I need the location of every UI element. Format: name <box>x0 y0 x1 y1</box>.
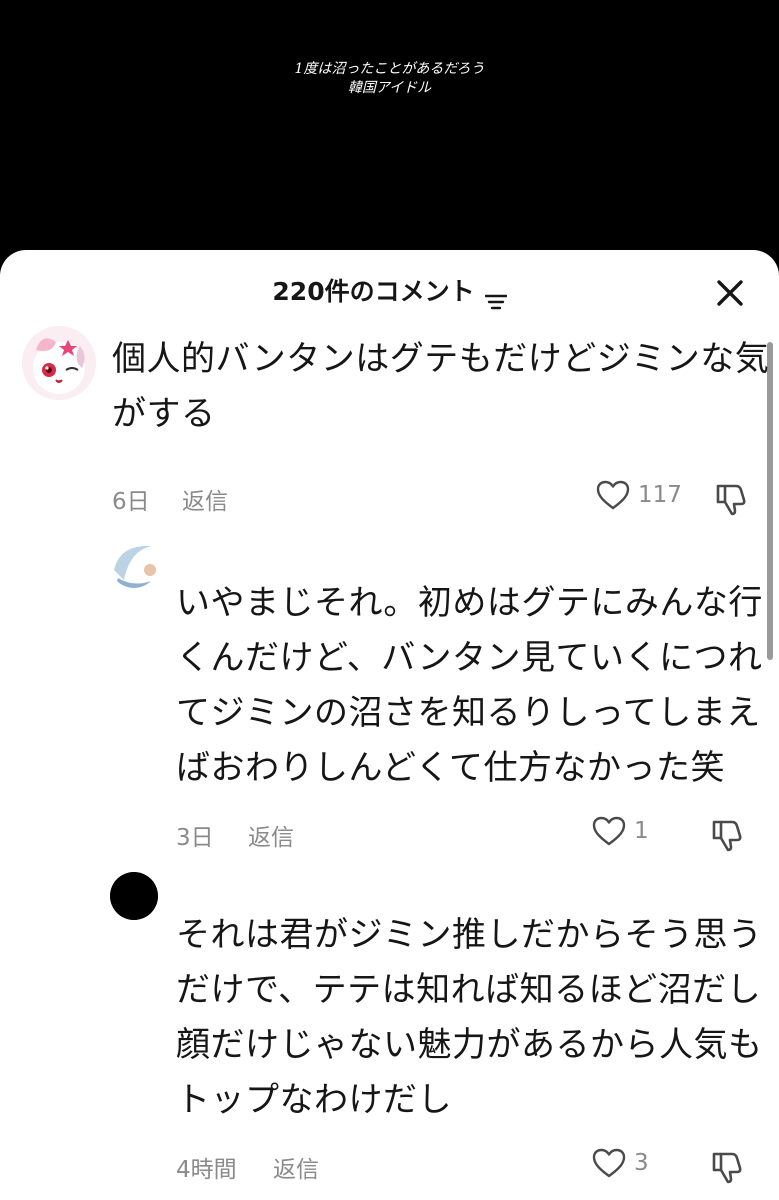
comment-line: 個人的バンタンはグテもだけどジミンな気 <box>112 339 770 379</box>
comment-text: いやまじそれ。初めはグテにみんな行 くんだけど、バンタン見ていくにつれ てジミン… <box>176 576 763 796</box>
reply-button[interactable]: 返信 <box>248 818 294 852</box>
video-area[interactable]: 1度は沼ったことがあるだろう 韓国アイドル <box>0 0 779 260</box>
like-count: 1 <box>634 818 649 844</box>
avatar[interactable] <box>110 540 158 588</box>
comments-sheet: 220件のコメント 個人的バンタンはグテもだけどジミンな気 がする 6日 返信 … <box>0 250 779 1200</box>
black-circle-avatar <box>110 872 158 920</box>
comment-line: トップなわけだし <box>176 1080 452 1120</box>
thumbs-down-icon <box>712 820 742 852</box>
comment-item: いやまじそれ。初めはグテにみんな行 くんだけど、バンタン見ていくにつれ てジミン… <box>0 520 779 852</box>
comment-line: 顔だけじゃない魅力があるから人気も <box>176 1025 763 1065</box>
dislike-button[interactable] <box>710 816 746 852</box>
comment-time: 4時間 <box>176 1157 237 1183</box>
comment-line: がする <box>112 394 216 434</box>
comment-line: それは君がジミン推しだからそう思う <box>176 915 763 955</box>
caption-line-2: 韓国アイドル <box>347 80 432 96</box>
comment-text: それは君がジミン推しだからそう思う だけで、テテは知れば知るほど沼だし 顔だけじ… <box>176 908 763 1128</box>
comment-line: くんだけど、バンタン見ていくにつれ <box>176 638 763 678</box>
dislike-button[interactable] <box>710 1148 746 1184</box>
comment-time: 6日 <box>112 489 150 515</box>
dislike-button[interactable] <box>714 480 750 516</box>
heart-icon <box>592 816 626 846</box>
video-caption: 1度は沼ったことがあるだろう 韓国アイドル <box>0 60 779 98</box>
thumbs-down-icon <box>716 484 746 516</box>
avatar[interactable] <box>110 872 158 920</box>
comment-line: てジミンの沼さを知るりしってしまえ <box>176 693 761 733</box>
comment-item: 個人的バンタンはグテもだけどジミンな気 がする 6日 返信 117 <box>0 250 779 520</box>
like-button[interactable]: 1 <box>592 816 649 846</box>
like-count: 117 <box>638 482 682 508</box>
thumbs-down-icon <box>712 1152 742 1184</box>
like-count: 3 <box>634 1150 649 1176</box>
comment-text: 個人的バンタンはグテもだけどジミンな気 がする <box>112 332 769 442</box>
reply-button[interactable]: 返信 <box>182 482 228 516</box>
reply-button[interactable]: 返信 <box>273 1150 319 1184</box>
anime-jewelpet-avatar <box>22 326 96 400</box>
comment-meta: 6日 返信 <box>112 482 228 516</box>
like-button[interactable]: 117 <box>596 480 682 510</box>
caption-line-1: 1度は沼ったことがあるだろう <box>294 61 485 77</box>
comment-meta: 4時間 返信 <box>176 1150 319 1184</box>
heart-icon <box>592 1148 626 1178</box>
heart-icon <box>596 480 630 510</box>
comment-line: いやまじそれ。初めはグテにみんな行 <box>176 583 763 623</box>
avatar[interactable] <box>22 326 96 400</box>
comment-line: ばおわりしんどくて仕方なかった笑 <box>176 748 725 788</box>
comment-item: それは君がジミン推しだからそう思う だけで、テテは知れば知るほど沼だし 顔だけじ… <box>0 850 779 1200</box>
partial-avatar <box>110 540 158 588</box>
comment-time: 3日 <box>176 825 214 851</box>
like-button[interactable]: 3 <box>592 1148 649 1178</box>
comment-meta: 3日 返信 <box>176 818 294 852</box>
comment-line: だけで、テテは知れば知るほど沼だし <box>176 970 762 1010</box>
